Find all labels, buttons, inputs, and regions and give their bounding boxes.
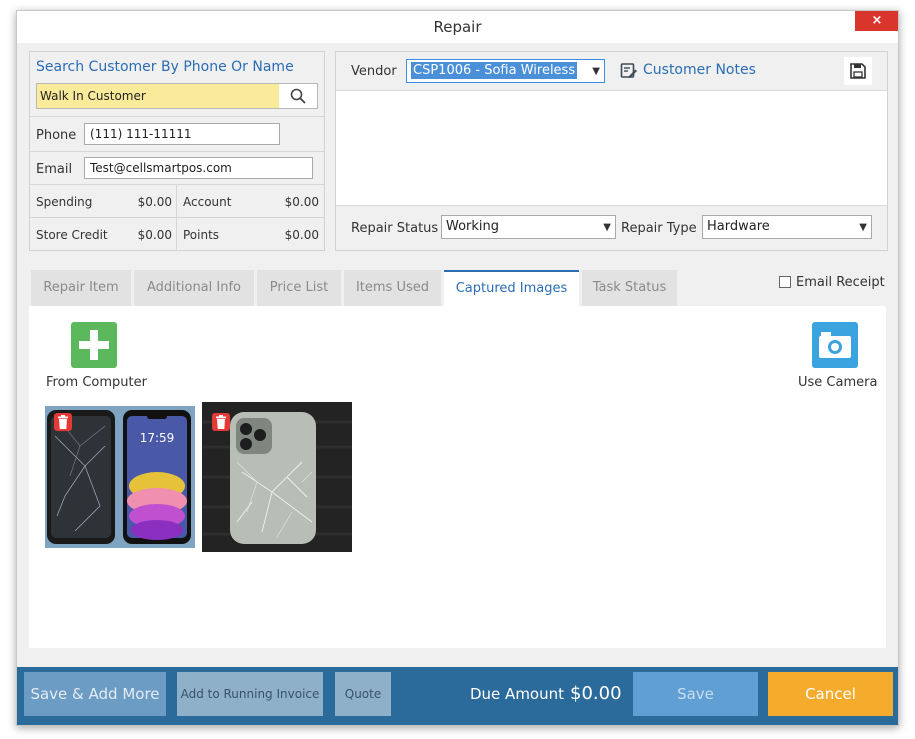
vendor-selected-value: CSP1006 - Sofia Wireless	[411, 62, 578, 79]
save-button[interactable]: Save	[633, 672, 758, 716]
account-label: Account	[183, 195, 232, 209]
use-camera-label: Use Camera	[798, 375, 878, 390]
use-camera-button[interactable]	[812, 322, 858, 368]
phone-label: Phone	[36, 128, 77, 143]
search-input[interactable]	[37, 84, 279, 108]
repair-status-label: Repair Status	[351, 221, 439, 236]
vendor-select[interactable]: CSP1006 - Sofia Wireless ▼	[406, 59, 605, 83]
divider	[30, 184, 324, 185]
window-title: Repair	[433, 18, 482, 36]
search-customer-label: Search Customer By Phone Or Name	[36, 59, 294, 75]
add-to-running-invoice-button[interactable]: Add to Running Invoice	[177, 672, 323, 716]
tab-repair-item[interactable]: Repair Item	[31, 270, 131, 306]
email-label: Email	[36, 162, 73, 177]
from-computer-button[interactable]	[71, 322, 117, 368]
delete-image-button[interactable]	[54, 413, 72, 431]
captured-image-thumbnail[interactable]	[202, 402, 352, 552]
store-credit-value: $0.00	[137, 228, 172, 242]
edit-note-icon[interactable]	[620, 62, 638, 80]
close-button[interactable]: ×	[855, 11, 898, 31]
due-amount-label: Due Amount	[470, 685, 564, 703]
phone-field[interactable]: (111) 111-11111	[84, 123, 280, 145]
points-value: $0.00	[284, 228, 319, 242]
camera-icon	[819, 332, 851, 358]
vendor-panel: Vendor CSP1006 - Sofia Wireless ▼ Custom…	[335, 51, 888, 251]
email-field[interactable]: Test@cellsmartpos.com	[84, 157, 313, 179]
floppy-disk-icon	[850, 63, 866, 79]
store-credit-label: Store Credit	[36, 228, 108, 242]
repair-type-select[interactable]: Hardware ▼	[702, 215, 872, 239]
chevron-down-icon: ▼	[603, 222, 611, 233]
account-value: $0.00	[284, 195, 319, 209]
customer-notes-area[interactable]	[336, 91, 887, 206]
due-amount-value: $0.00	[570, 683, 622, 704]
tab-task-status[interactable]: Task Status	[582, 270, 677, 306]
phone-screen-time: 17:59	[140, 431, 175, 445]
repair-status-value: Working	[446, 219, 500, 234]
delete-image-button[interactable]	[212, 413, 230, 431]
repair-type-value: Hardware	[707, 219, 770, 234]
spending-value: $0.00	[137, 195, 172, 209]
chevron-down-icon: ▼	[592, 66, 600, 77]
divider	[30, 217, 324, 218]
customer-notes-link[interactable]: Customer Notes	[643, 62, 756, 78]
captured-images-panel: From Computer Use Camera 17:59	[29, 306, 886, 648]
repair-type-label: Repair Type	[621, 221, 697, 236]
tab-price-list[interactable]: Price List	[257, 270, 341, 306]
vendor-label: Vendor	[351, 64, 397, 79]
vendor-header: Vendor CSP1006 - Sofia Wireless ▼ Custom…	[336, 52, 887, 91]
customer-panel: Search Customer By Phone Or Name Phone (…	[29, 51, 325, 251]
tab-additional-info[interactable]: Additional Info	[134, 270, 254, 306]
repair-status-select[interactable]: Working ▼	[441, 215, 616, 239]
trash-icon	[58, 415, 68, 429]
plus-icon	[79, 330, 109, 360]
title-bar: Repair ×	[17, 11, 898, 43]
save-notes-button[interactable]	[844, 57, 872, 85]
points-label: Points	[183, 228, 220, 242]
tab-items-used[interactable]: Items Used	[344, 270, 441, 306]
repair-window: Repair × Search Customer By Phone Or Nam…	[16, 10, 899, 726]
search-box	[36, 83, 318, 109]
quote-button[interactable]: Quote	[335, 672, 391, 716]
cancel-button[interactable]: Cancel	[768, 672, 893, 716]
footer-bar: Save & Add More Add to Running Invoice Q…	[17, 667, 898, 725]
chevron-down-icon: ▼	[859, 222, 867, 233]
divider	[30, 151, 324, 152]
save-add-more-button[interactable]: Save & Add More	[24, 672, 166, 716]
tab-captured-images[interactable]: Captured Images	[444, 270, 579, 306]
search-icon[interactable]	[289, 87, 307, 105]
trash-icon	[216, 415, 226, 429]
email-receipt-label: Email Receipt	[796, 275, 885, 290]
from-computer-label: From Computer	[46, 375, 147, 390]
spending-label: Spending	[36, 195, 93, 209]
divider	[30, 116, 324, 117]
email-receipt-checkbox[interactable]	[779, 276, 791, 288]
captured-image-thumbnail[interactable]: 17:59	[45, 406, 195, 548]
